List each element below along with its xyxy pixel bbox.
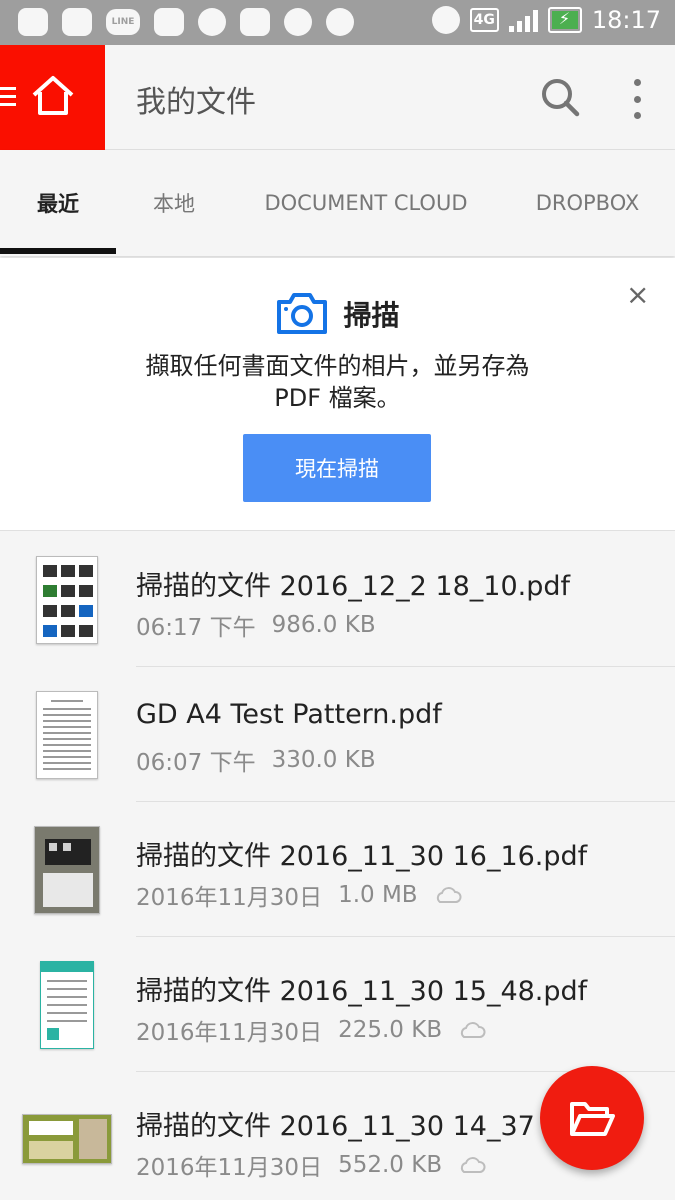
camera-icon [277,293,328,334]
clock: 18:17 [591,6,661,34]
blocked-icon [326,8,354,36]
file-date: 2016年11月30日 [136,1020,323,1046]
status-bar: LINE 4G ⚡ 18:17 [0,0,675,45]
scan-promo-card: × 掃描 擷取任何書面文件的相片，並另存為 PDF 檔案。 現在掃描 [0,258,675,531]
tab-recent[interactable]: 最近 [0,150,116,256]
network-type: 4G [469,8,499,32]
signal-icon [508,8,538,32]
app-bar: 我的文件 [0,45,675,150]
cloud-icon [461,1157,486,1173]
promo-title: 掃描 [343,299,400,332]
battery-icon: ⚡ [547,7,582,33]
file-date: 06:07 下午 [136,750,256,776]
file-size: 552.0 KB [338,1152,443,1178]
file-thumbnail [22,1114,112,1164]
line-app-icon: LINE [106,9,140,35]
page-title: 我的文件 [136,85,256,120]
tab-document-cloud[interactable]: DOCUMENT CLOUD [250,150,482,256]
screen-icon [62,8,92,36]
list-item[interactable]: 掃描的文件 2016_12_2 18_10.pdf 06:17 下午 986.0 … [0,532,675,667]
file-thumbnail [40,961,94,1049]
file-name: 掃描的文件 2016_11_30 15_48.pdf [136,976,588,1007]
file-size: 986.0 KB [271,612,376,638]
list-item[interactable]: 掃描的文件 2016_11_30 16_16.pdf 2016年11月30日 1.… [0,802,675,937]
tab-dropbox[interactable]: DROPBOX [510,150,665,256]
sync-icon [284,8,312,36]
message-icon [240,8,270,36]
tab-local[interactable]: 本地 [116,150,232,256]
notification-icons: LINE [18,8,354,36]
file-name: 掃描的文件 2016_12_2 18_10.pdf [136,571,570,602]
tab-bar: 最近 本地 DOCUMENT CLOUD DROPBOX [0,150,675,256]
active-tab-indicator [0,248,116,254]
alarm-icon [431,6,460,34]
file-size: 1.0 MB [338,882,418,908]
scan-now-button[interactable]: 現在掃描 [243,434,431,502]
list-item[interactable]: 掃描的文件 2016_11_30 15_48.pdf 2016年11月30日 22… [0,937,675,1072]
file-date: 2016年11月30日 [136,1155,323,1181]
open-file-fab[interactable] [540,1066,644,1170]
cloud-icon [461,1022,486,1038]
wifi-icon [198,8,226,36]
more-options-icon[interactable] [626,79,648,119]
file-name: 掃描的文件 2016_11_30 14_37 [136,1111,535,1142]
file-size: 225.0 KB [338,1017,443,1043]
image-icon [154,8,184,36]
file-thumbnail [34,826,100,914]
file-date: 06:17 下午 [136,615,256,641]
folder-open-icon [570,1102,615,1136]
home-icon [32,76,74,115]
file-size: 330.0 KB [271,747,376,773]
promo-description: 擷取任何書面文件的相片，並另存為 PDF 檔案。 [145,352,530,412]
chat-icon [18,8,48,36]
line-badge: LINE [111,17,135,27]
file-date: 2016年11月30日 [136,885,323,911]
home-button[interactable] [0,45,105,150]
cloud-icon [436,887,462,903]
list-item[interactable]: GD A4 Test Pattern.pdf 06:07 下午 330.0 KB [0,667,675,802]
file-name: 掃描的文件 2016_11_30 16_16.pdf [136,841,588,872]
search-icon[interactable] [540,77,580,117]
menu-icon [0,87,16,111]
file-thumbnail [36,691,98,779]
file-name: GD A4 Test Pattern.pdf [136,699,442,730]
file-thumbnail [36,556,98,644]
